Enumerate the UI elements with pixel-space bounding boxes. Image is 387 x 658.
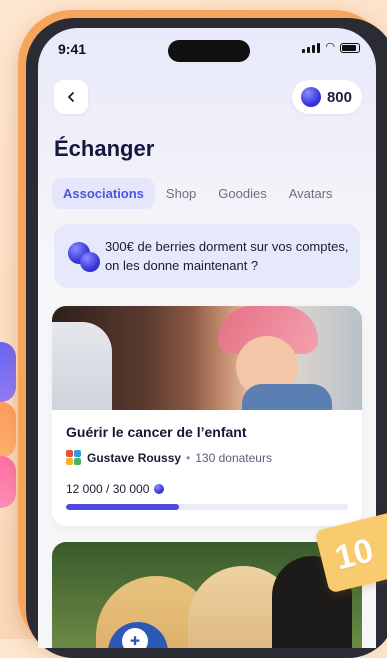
tab-associations[interactable]: Associations bbox=[52, 178, 155, 209]
decorative-shape-purple bbox=[0, 342, 16, 402]
tab-avatars[interactable]: Avatars bbox=[278, 178, 344, 209]
card-title: Guérir le cancer de l’enfant bbox=[66, 424, 247, 440]
wifi-icon: ◠ bbox=[325, 41, 335, 53]
system-icons: ◠ bbox=[302, 42, 360, 53]
organization-row: Gustave Roussy • 130 donateurs bbox=[66, 450, 348, 466]
battery-icon bbox=[340, 42, 360, 53]
association-photo bbox=[52, 306, 362, 410]
progress-label: 12 000 / 30 000 bbox=[66, 482, 348, 496]
berries-icon bbox=[68, 238, 100, 274]
progress-bar bbox=[66, 504, 348, 510]
progress-fill bbox=[66, 504, 179, 510]
donor-count: 130 donateurs bbox=[195, 451, 272, 465]
tab-bar: Associations Shop Goodies Avatars bbox=[52, 178, 344, 209]
organization-logo-icon bbox=[66, 450, 82, 466]
association-card-2[interactable]: ✚ bbox=[52, 542, 362, 648]
tab-shop[interactable]: Shop bbox=[155, 178, 207, 209]
tab-goodies[interactable]: Goodies bbox=[207, 178, 277, 209]
decorative-shape-pink bbox=[0, 456, 16, 508]
dynamic-island bbox=[168, 40, 250, 62]
page-title: Échanger bbox=[54, 136, 155, 161]
organization-name: Gustave Roussy bbox=[87, 451, 182, 465]
berry-icon bbox=[300, 87, 321, 107]
association-card[interactable]: Guérir le cancer de l’enfant Gustave Rou… bbox=[52, 306, 362, 526]
decorative-shape-orange bbox=[0, 402, 16, 458]
ticket-text: 10 bbox=[331, 530, 378, 577]
info-banner[interactable]: 300€ de berries dorment sur vos comptes,… bbox=[54, 224, 360, 288]
signal-icon bbox=[302, 42, 321, 53]
progress-text: 12 000 / 30 000 bbox=[66, 482, 150, 496]
vest-logo-icon: ✚ bbox=[122, 628, 148, 648]
berry-balance[interactable]: 800 bbox=[291, 80, 362, 114]
banner-text: 300€ de berries dorment sur vos comptes,… bbox=[104, 239, 349, 273]
status-time: 9:41 bbox=[58, 41, 87, 57]
berry-count: 800 bbox=[326, 88, 352, 106]
chevron-left-icon bbox=[68, 92, 74, 102]
separator-dot: • bbox=[186, 451, 191, 465]
berry-icon bbox=[154, 484, 165, 494]
status-bar: 9:41 ◠ bbox=[38, 28, 376, 72]
back-button[interactable] bbox=[54, 80, 88, 114]
